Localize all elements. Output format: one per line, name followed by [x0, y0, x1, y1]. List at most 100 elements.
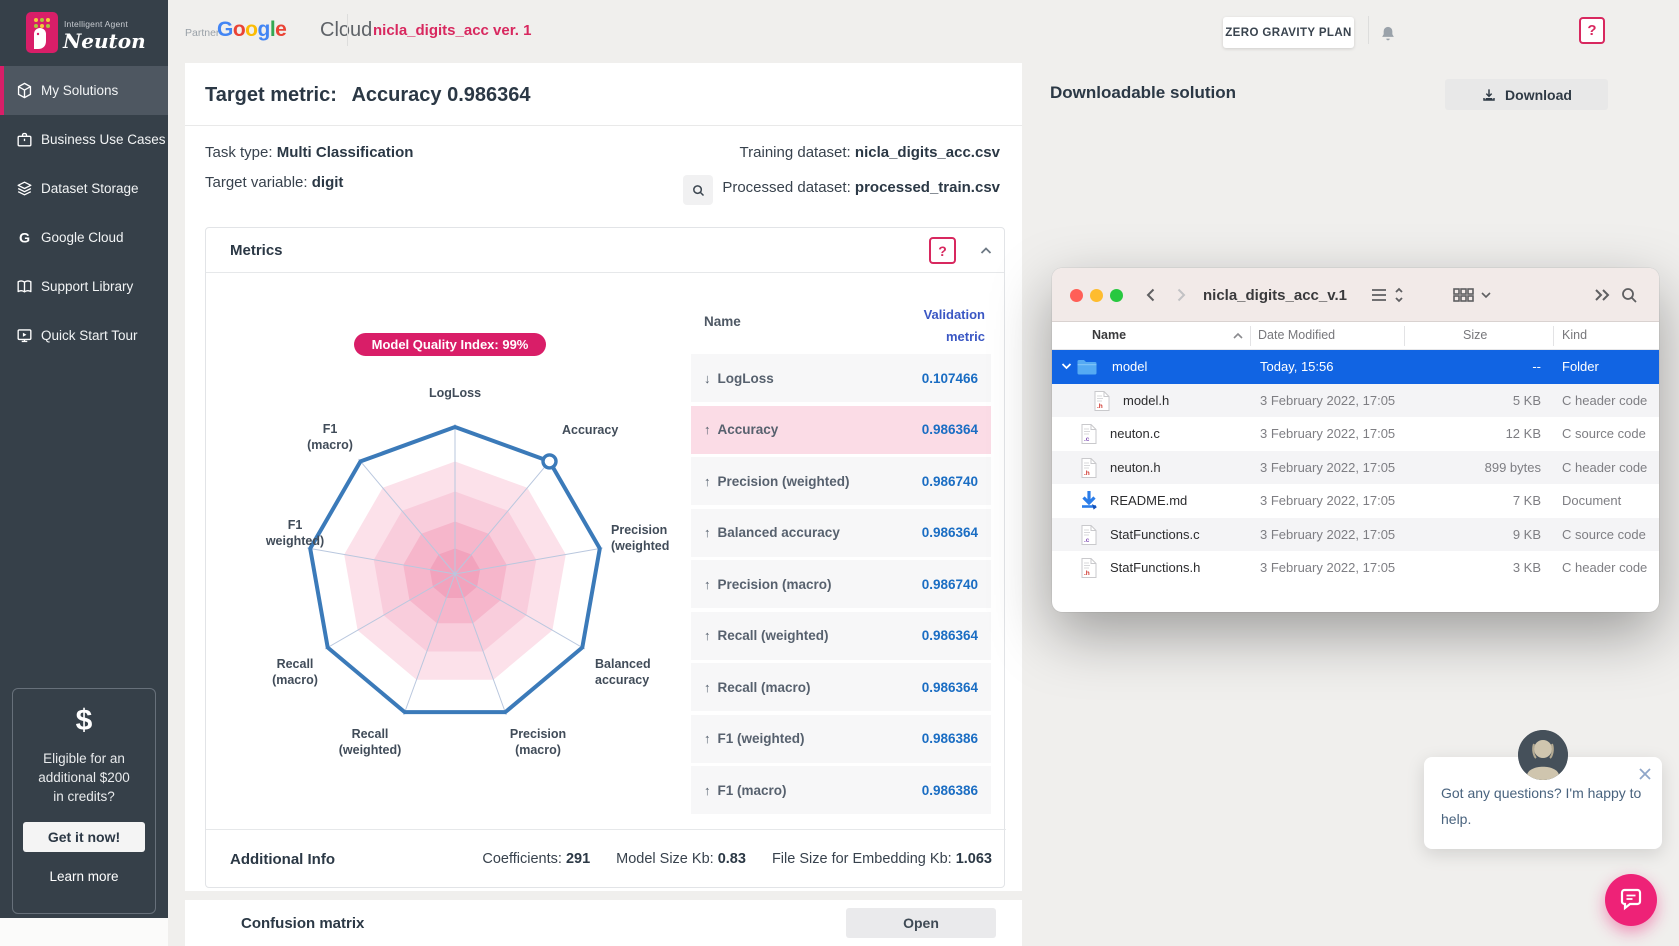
back-icon[interactable]: [1142, 286, 1160, 304]
search-icon[interactable]: [1620, 286, 1638, 304]
radar-axis-label: (weighted: [611, 539, 669, 553]
file-row-statfunctions-c[interactable]: .c StatFunctions.c 3 February 2022, 17:0…: [1052, 518, 1659, 552]
target-variable-line: Target variable: digit: [205, 174, 343, 191]
column-header-date-modified[interactable]: Date Modified: [1258, 328, 1335, 342]
metric-value: 0.986364: [922, 525, 978, 540]
help-button[interactable]: ?: [1579, 17, 1605, 44]
grid-view-icon[interactable]: [1452, 286, 1492, 304]
radar-accuracy-marker: [543, 455, 556, 468]
chevron-up-icon[interactable]: [978, 243, 994, 259]
minimize-window-button[interactable]: [1090, 289, 1103, 302]
open-confusion-matrix-button[interactable]: Open: [846, 908, 996, 938]
target-metric-value: Accuracy 0.986364: [351, 84, 530, 106]
credits-promo-card: $ Eligible for an additional $200 in cre…: [12, 688, 156, 914]
file-row-readme-md[interactable]: README.md 3 February 2022, 17:05 7 KB Do…: [1052, 484, 1659, 518]
file-date: Today, 15:56: [1260, 359, 1333, 374]
file-row-statfunctions-h[interactable]: .h StatFunctions.h 3 February 2022, 17:0…: [1052, 551, 1659, 585]
embedding-size-stat: File Size for Embedding Kb: 1.063: [772, 851, 992, 867]
metric-row-balanced-accuracy: ↑Balanced accuracy0.986364: [691, 509, 991, 557]
file-name: neuton.h: [1110, 460, 1161, 475]
sidebar-item-business-use-cases[interactable]: Business Use Cases: [0, 115, 168, 164]
download-icon: [1481, 87, 1497, 103]
divider: [347, 14, 348, 46]
radar-axis-label: Balanced: [595, 657, 651, 671]
download-button[interactable]: Download: [1445, 79, 1608, 110]
metric-label: Recall (macro): [718, 680, 811, 695]
stat-value: 0.83: [718, 851, 746, 867]
metric-row-accuracy: ↑Accuracy0.986364: [691, 406, 991, 454]
metric-label: F1 (macro): [718, 783, 787, 798]
metric-value: 0.986364: [922, 680, 978, 695]
column-header-name[interactable]: Name: [1092, 328, 1126, 342]
close-icon[interactable]: [1636, 765, 1654, 783]
arrow-up-icon: ↑: [704, 474, 711, 489]
google-g-icon: G: [15, 228, 34, 247]
file-name: model.h: [1123, 393, 1169, 408]
training-dataset-label: Training dataset:: [740, 144, 851, 161]
brand-tagline: Intelligent Agent: [64, 19, 128, 29]
get-it-now-button[interactable]: Get it now!: [23, 822, 145, 852]
header-line: metric: [924, 326, 985, 348]
promo-line: in credits?: [13, 787, 155, 806]
sidebar-item-my-solutions[interactable]: My Solutions: [0, 66, 168, 115]
statue-avatar-icon: [1518, 730, 1568, 780]
promo-line: additional $200: [13, 768, 155, 787]
maximize-window-button[interactable]: [1110, 289, 1123, 302]
metric-value: 0.986740: [922, 474, 978, 489]
metrics-help-button[interactable]: ?: [929, 237, 956, 264]
arrow-up-icon: ↑: [704, 783, 711, 798]
download-label: Download: [1505, 87, 1572, 103]
column-divider: [1250, 326, 1251, 346]
file-row-neuton-c[interactable]: .c neuton.c 3 February 2022, 17:05 12 KB…: [1052, 417, 1659, 451]
brand: Intelligent Agent Neuton: [0, 0, 168, 64]
sidebar: Intelligent Agent Neuton My Solutions Bu…: [0, 0, 168, 918]
sidebar-item-label: Business Use Cases: [41, 132, 166, 147]
finder-titlebar[interactable]: nicla_digits_acc_v.1: [1052, 268, 1659, 322]
coefficients-stat: Coefficients: 291: [482, 851, 590, 867]
dollar-icon: $: [13, 705, 155, 737]
task-type-value: Multi Classification: [277, 144, 414, 161]
radar-chart: LogLoss Accuracy Precision (weighted Bal…: [215, 331, 695, 771]
h-file-icon: .h: [1090, 389, 1114, 413]
header-line: Validation: [924, 304, 985, 326]
project-title: nicla_digits_acc ver. 1: [373, 22, 531, 39]
confusion-matrix-card: Confusion matrix Open: [185, 900, 1022, 946]
zero-gravity-plan-button[interactable]: ZERO GRAVITY PLAN: [1223, 17, 1354, 48]
learn-more-link[interactable]: Learn more: [13, 869, 155, 884]
file-kind: C source code: [1562, 426, 1646, 441]
arrow-up-icon: ↑: [704, 422, 711, 437]
column-header-kind[interactable]: Kind: [1562, 328, 1587, 342]
sort-chevron-icon: [1232, 331, 1244, 341]
bell-icon[interactable]: [1378, 23, 1398, 45]
sidebar-item-google-cloud[interactable]: G Google Cloud: [0, 213, 168, 262]
list-view-icon[interactable]: [1370, 286, 1404, 304]
target-metric-label: Target metric:: [205, 84, 337, 106]
target-metric-row: Target metric: Accuracy 0.986364: [205, 84, 531, 107]
radar-axis-label: F1: [323, 422, 338, 436]
google-letter: o: [233, 18, 245, 41]
sidebar-item-quick-start-tour[interactable]: Quick Start Tour: [0, 311, 168, 360]
more-toolbar-icon[interactable]: [1592, 286, 1612, 304]
sidebar-item-dataset-storage[interactable]: Dataset Storage: [0, 164, 168, 213]
chat-launcher-button[interactable]: [1605, 874, 1657, 926]
file-size: 5 KB: [1404, 393, 1541, 408]
file-row-model[interactable]: model Today, 15:56 -- Folder: [1052, 350, 1659, 384]
radar-axis-label: accuracy: [595, 673, 649, 687]
metrics-title: Metrics: [230, 242, 283, 259]
file-row-neuton-h[interactable]: .h neuton.h 3 February 2022, 17:05 899 b…: [1052, 451, 1659, 485]
sidebar-item-support-library[interactable]: Support Library: [0, 262, 168, 311]
forward-icon[interactable]: [1172, 286, 1190, 304]
svg-text:G: G: [19, 230, 30, 246]
search-dataset-button[interactable]: [683, 175, 713, 205]
file-date: 3 February 2022, 17:05: [1260, 560, 1395, 575]
processed-dataset-line: Processed dataset: processed_train.csv: [722, 179, 1000, 196]
file-row-model-h[interactable]: .h model.h 3 February 2022, 17:05 5 KB C…: [1052, 384, 1659, 418]
radar-axis-label: Recall: [277, 657, 314, 671]
metric-value: 0.986364: [922, 628, 978, 643]
chat-message: Got any questions? I'm happy to help.: [1441, 780, 1647, 832]
disclosure-chevron-icon[interactable]: [1061, 362, 1072, 371]
promo-line: Eligible for an: [13, 749, 155, 768]
close-window-button[interactable]: [1070, 289, 1083, 302]
metric-value: 0.986740: [922, 577, 978, 592]
column-header-size[interactable]: Size: [1463, 328, 1487, 342]
